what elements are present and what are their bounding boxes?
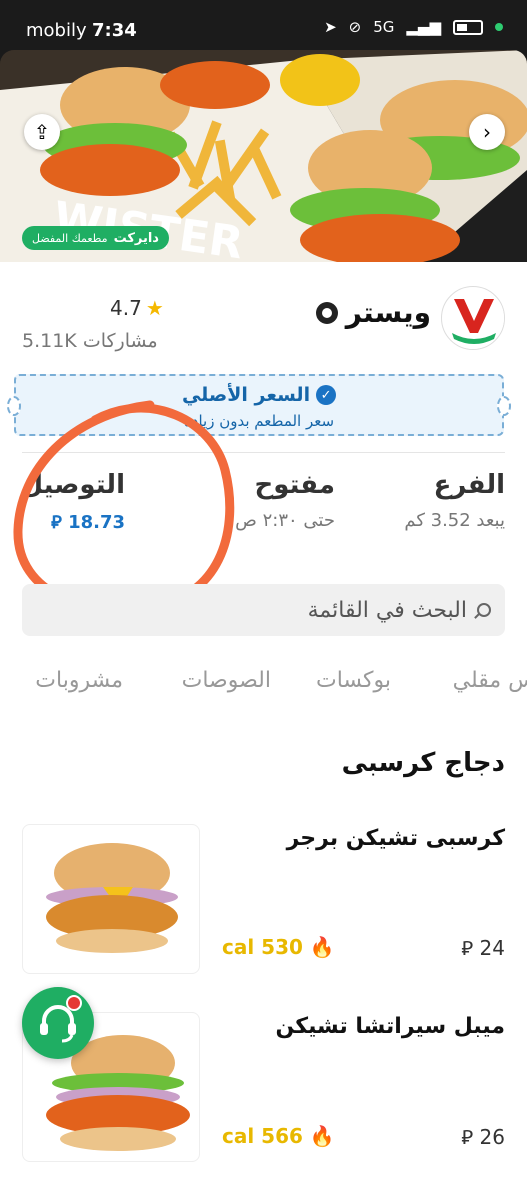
chevron-right-icon: › — [483, 120, 491, 144]
restaurant-name: ويستر — [315, 296, 431, 329]
calories-text: cal 566 — [222, 1124, 303, 1148]
category-tabs: س مقلي بوكسات الصوصات مشروبات — [0, 668, 527, 708]
menu-item-calories: cal 530 🔥 — [222, 935, 335, 959]
signal-icon: ▂▄▆ — [406, 18, 441, 36]
clock: 7:34 — [92, 20, 137, 41]
opening-hours[interactable]: مفتوح حتى ٢:٣٠ ص — [235, 470, 335, 531]
section-title: دجاج كرسبى — [341, 748, 505, 778]
open-until: حتى ٢:٣٠ ص — [235, 510, 335, 531]
rating[interactable]: 4.7 ★ — [110, 296, 164, 320]
badge-prefix: مطعمك المفضل — [32, 231, 108, 245]
branch-info[interactable]: الفرع يبعد 3.52 كم — [404, 470, 505, 531]
divider — [22, 452, 505, 453]
price-banner-subtitle: سعر المطعم بدون زيادة — [183, 412, 335, 430]
search-icon — [477, 603, 491, 617]
flame-icon: 🔥 — [309, 935, 335, 959]
tab-drinks[interactable]: مشروبات — [35, 668, 123, 693]
brand-globe-icon — [315, 301, 338, 324]
network-label: 5G — [373, 18, 395, 36]
star-icon: ★ — [145, 296, 164, 320]
menu-search-input[interactable]: البحث في القائمة — [22, 584, 505, 636]
direct-badge: دايركت مطعمك المفضل — [22, 226, 169, 250]
carrier-label: mobily — [26, 20, 87, 41]
menu-item-name[interactable]: كرسبى تشيكن برجر — [287, 826, 505, 851]
tab-sauces[interactable]: الصوصات — [182, 668, 271, 693]
link-icon: ⊘ — [348, 18, 362, 36]
menu-item-name[interactable]: ميبل سيراتشا تشيكن — [275, 1014, 505, 1039]
delivery-fee[interactable]: التوصيل 18.73 ⃁ — [20, 470, 125, 533]
check-icon: ✓ — [316, 385, 337, 405]
support-chat-button[interactable] — [22, 987, 94, 1059]
menu-item-price: 24 ⃁ — [461, 936, 505, 960]
delivery-label: التوصيل — [20, 470, 125, 500]
flame-icon: 🔥 — [309, 1124, 335, 1148]
price-banner-title-text: السعر الأصلي — [181, 384, 311, 406]
next-image-button[interactable]: › — [469, 114, 505, 150]
reviews-count[interactable]: 5.11K مشاركات — [22, 330, 158, 352]
rating-value: 4.7 — [110, 296, 142, 320]
status-bar: mobily 7:34 ➤ ⊘ 5G ▂▄▆ — [0, 0, 527, 50]
tab-fried[interactable]: س مقلي — [453, 668, 527, 693]
restaurant-logo — [441, 286, 505, 350]
burger-photo — [46, 843, 178, 953]
menu-item-calories: cal 566 🔥 — [222, 1124, 335, 1148]
tab-boxes[interactable]: بوكسات — [316, 668, 391, 693]
location-icon: ➤ — [324, 18, 337, 36]
branch-label: الفرع — [433, 470, 505, 500]
hero-image: WISTER ⇪ › دايركت — [0, 50, 527, 262]
notification-dot — [66, 995, 82, 1011]
headset-icon — [40, 1005, 76, 1043]
logo-mark — [443, 288, 504, 349]
restaurant-name-text: ويستر — [345, 296, 431, 329]
battery-icon — [453, 19, 483, 35]
delivery-fee-value: 18.73 ⃁ — [51, 512, 125, 533]
price-banner-title: ✓ السعر الأصلي — [16, 384, 502, 406]
share-icon: ⇪ — [33, 120, 51, 144]
status-icons: ➤ ⊘ 5G ▂▄▆ — [324, 18, 503, 36]
calories-text: cal 530 — [222, 935, 303, 959]
menu-item-price: 26 ⃁ — [461, 1125, 505, 1149]
search-placeholder: البحث في القائمة — [307, 597, 467, 623]
menu-item-image[interactable] — [22, 824, 200, 974]
open-status-label: مفتوح — [254, 470, 335, 500]
branch-distance: يبعد 3.52 كم — [404, 510, 505, 531]
badge-brand: دايركت — [113, 230, 159, 246]
privacy-dot-icon — [495, 23, 503, 31]
share-button[interactable]: ⇪ — [24, 114, 60, 150]
original-price-banner: ✓ السعر الأصلي سعر المطعم بدون زيادة — [7, 374, 511, 436]
